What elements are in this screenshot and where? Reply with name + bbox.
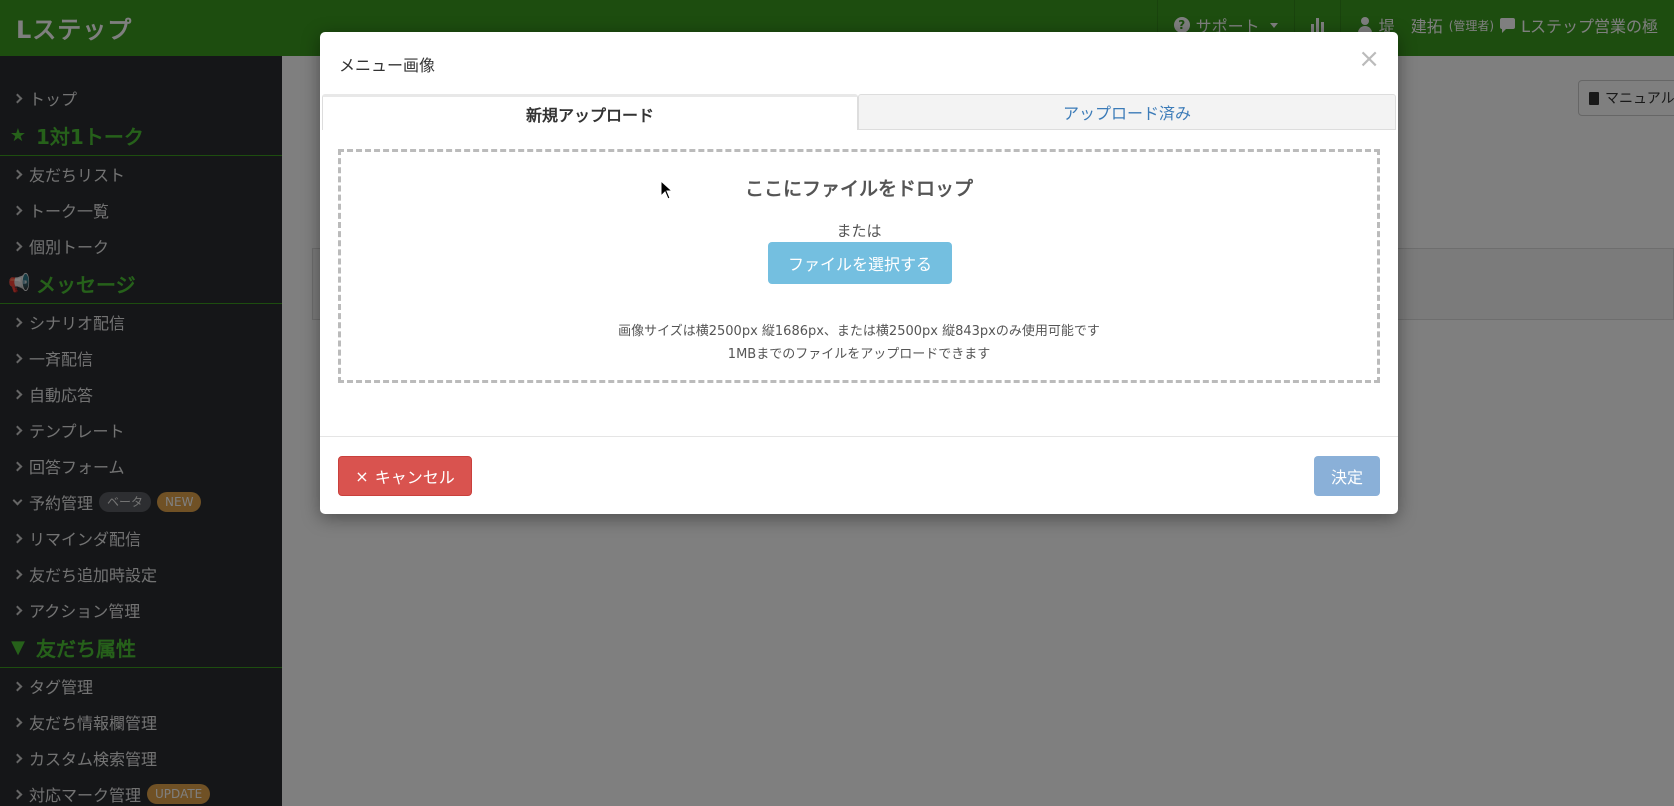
- drop-title: ここにファイルをドロップ: [744, 178, 973, 200]
- modal-title: メニュー画像: [339, 56, 436, 75]
- cancel-button[interactable]: × キャンセル: [338, 456, 472, 496]
- tab-uploaded[interactable]: アップロード済み: [858, 94, 1396, 130]
- decide-button[interactable]: 決定: [1314, 456, 1380, 496]
- file-dropzone[interactable]: ここにファイルをドロップ または ファイルを選択する 画像サイズは横2500px…: [338, 149, 1380, 383]
- close-icon: ×: [355, 466, 369, 486]
- image-size-note: 画像サイズは横2500px 縦1686px、または横2500px 縦843pxの…: [618, 324, 1100, 339]
- file-size-note: 1MBまでのファイルをアップロードできます: [727, 347, 991, 362]
- modal-header: メニュー画像 ×: [320, 32, 1398, 93]
- modal-footer: × キャンセル 決定: [320, 436, 1398, 514]
- menu-image-modal: メニュー画像 × 新規アップロード アップロード済み ここにファイルをドロップ …: [320, 32, 1398, 514]
- select-file-button[interactable]: ファイルを選択する: [768, 242, 952, 284]
- tab-new-upload[interactable]: 新規アップロード: [322, 94, 858, 130]
- or-text: または: [836, 222, 882, 240]
- close-icon[interactable]: ×: [1358, 46, 1380, 72]
- mouse-cursor-icon: [660, 180, 674, 200]
- cancel-label: キャンセル: [374, 468, 455, 487]
